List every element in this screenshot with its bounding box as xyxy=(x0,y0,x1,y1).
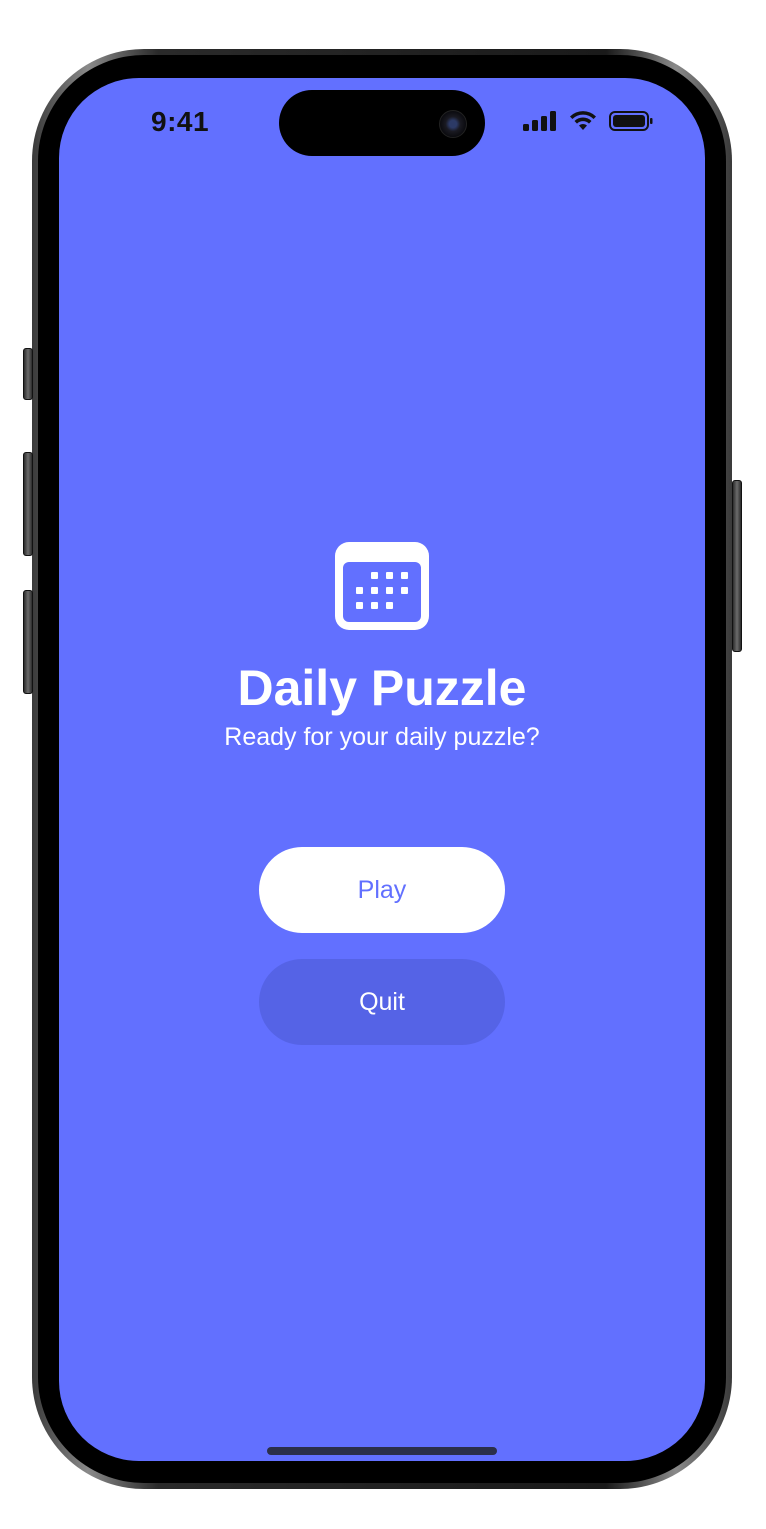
app-screen: 9:41 Daily Puzzle Ready for your daily p… xyxy=(59,78,705,1461)
dynamic-island xyxy=(279,90,485,156)
power-button xyxy=(732,480,742,652)
cellular-signal-icon xyxy=(523,111,556,131)
volume-up-button xyxy=(23,452,33,556)
silent-switch xyxy=(23,348,33,400)
status-time: 9:41 xyxy=(151,106,210,137)
wifi-icon xyxy=(570,111,596,130)
status-indicators xyxy=(523,110,653,132)
quit-button[interactable]: Quit xyxy=(259,959,505,1045)
page-subtitle: Ready for your daily puzzle? xyxy=(224,723,540,751)
volume-down-button xyxy=(23,590,33,694)
page-title: Daily Puzzle xyxy=(237,660,527,716)
home-indicator[interactable] xyxy=(267,1447,497,1455)
battery-icon xyxy=(609,111,653,131)
front-camera-icon xyxy=(439,110,467,138)
calendar-icon xyxy=(335,542,429,630)
welcome-panel: Daily Puzzle Ready for your daily puzzle… xyxy=(59,540,705,752)
play-button[interactable]: Play xyxy=(259,847,505,933)
